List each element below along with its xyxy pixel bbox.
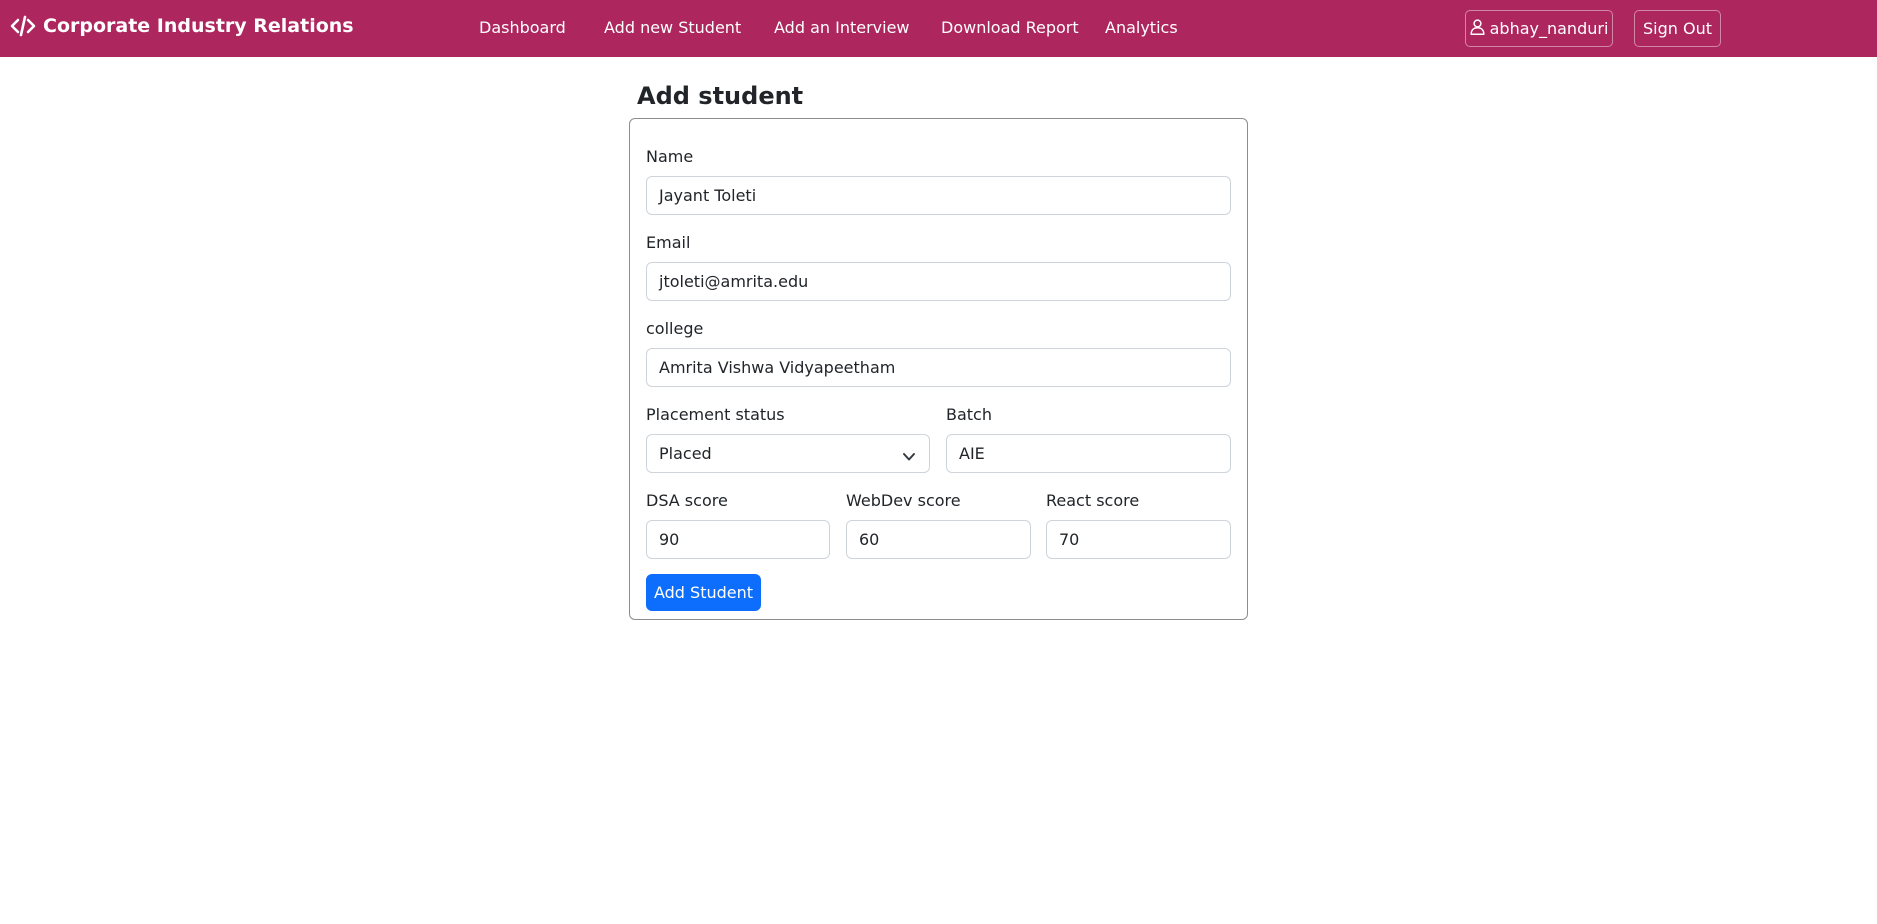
webdev-score-input[interactable]: 60 xyxy=(846,520,1031,559)
nav-link-add-interview[interactable]: Add an Interview xyxy=(774,18,910,37)
college-input[interactable]: Amrita Vishwa Vidyapeetham xyxy=(646,348,1231,387)
user-button[interactable]: abhay_nanduri xyxy=(1465,10,1613,47)
batch-label: Batch xyxy=(946,405,992,424)
dsa-score-value: 90 xyxy=(659,530,680,549)
brand[interactable]: Corporate Industry Relations xyxy=(10,12,354,40)
chevron-down-icon xyxy=(902,448,916,467)
user-button-label: abhay_nanduri xyxy=(1489,19,1609,38)
person-icon xyxy=(1470,18,1485,39)
email-value: jtoleti@amrita.edu xyxy=(659,272,809,291)
college-value: Amrita Vishwa Vidyapeetham xyxy=(659,358,896,377)
college-label: college xyxy=(646,319,704,338)
add-student-button[interactable]: Add Student xyxy=(646,574,761,611)
add-student-button-label: Add Student xyxy=(653,583,754,602)
signout-button-label: Sign Out xyxy=(1643,19,1712,38)
react-score-input[interactable]: 70 xyxy=(1046,520,1231,559)
name-value: Jayant Toleti xyxy=(659,186,757,205)
batch-input[interactable]: AIE xyxy=(946,434,1231,473)
dsa-score-label: DSA score xyxy=(646,491,728,510)
nav-link-add-new-student[interactable]: Add new Student xyxy=(604,18,741,37)
batch-value: AIE xyxy=(959,444,985,463)
react-score-value: 70 xyxy=(1059,530,1080,549)
webdev-score-value: 60 xyxy=(859,530,880,549)
placement-status-value: Placed xyxy=(659,444,712,463)
email-label: Email xyxy=(646,233,691,252)
page-title: Add student xyxy=(637,82,804,110)
dsa-score-input[interactable]: 90 xyxy=(646,520,830,559)
code-icon xyxy=(10,15,36,37)
webdev-score-label: WebDev score xyxy=(846,491,961,510)
signout-button[interactable]: Sign Out xyxy=(1634,10,1721,47)
name-label: Name xyxy=(646,147,694,166)
placement-status-label: Placement status xyxy=(646,405,785,424)
add-student-form: Name Jayant Toleti Email jtoleti@amrita.… xyxy=(629,118,1248,620)
nav-link-analytics[interactable]: Analytics xyxy=(1105,18,1178,37)
navbar: Corporate Industry Relations Dashboard A… xyxy=(0,0,1877,57)
email-input[interactable]: jtoleti@amrita.edu xyxy=(646,262,1231,301)
brand-label: Corporate Industry Relations xyxy=(43,15,354,37)
nav-link-download-report[interactable]: Download Report xyxy=(941,18,1079,37)
nav-link-dashboard[interactable]: Dashboard xyxy=(479,18,566,37)
react-score-label: React score xyxy=(1046,491,1140,510)
placement-status-select[interactable]: Placed xyxy=(646,434,930,473)
name-input[interactable]: Jayant Toleti xyxy=(646,176,1231,215)
